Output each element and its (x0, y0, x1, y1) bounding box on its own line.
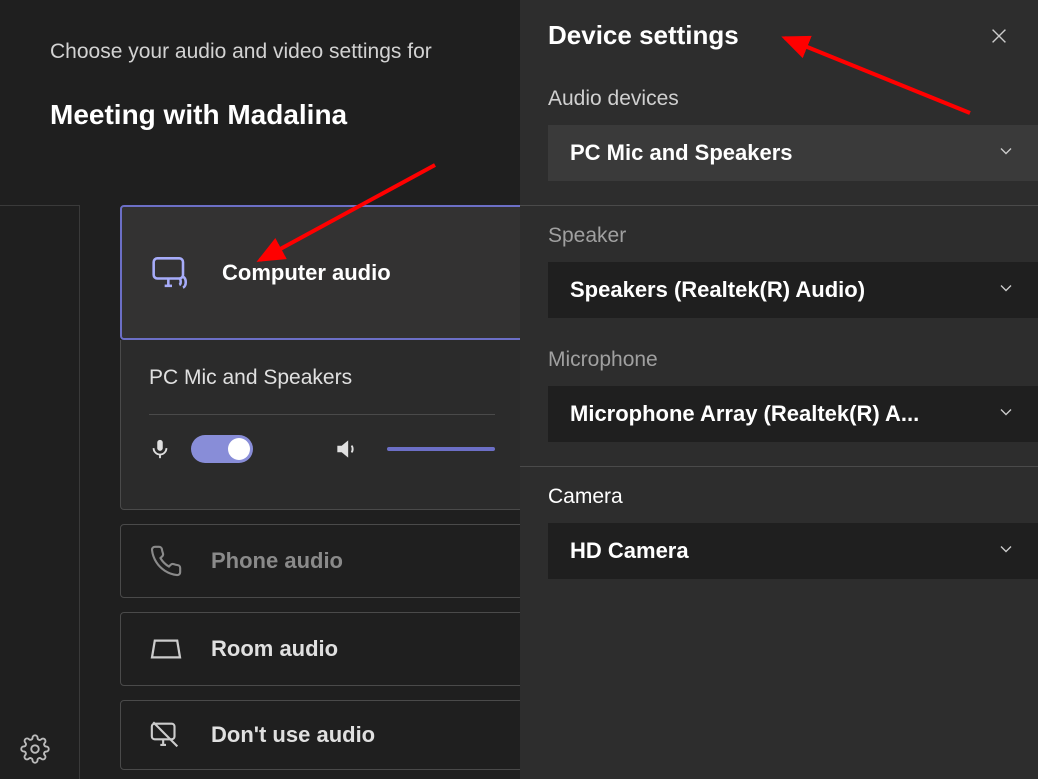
microphone-icon (149, 436, 171, 462)
speaker-dropdown[interactable]: Speakers (Realtek(R) Audio) (548, 262, 1038, 318)
dropdown-value: Speakers (Realtek(R) Audio) (570, 277, 865, 303)
chevron-down-icon (996, 141, 1016, 166)
dropdown-value: HD Camera (570, 538, 689, 564)
speaker-icon (333, 436, 359, 462)
dropdown-value: Microphone Array (Realtek(R) A... (570, 401, 919, 427)
room-icon (149, 635, 183, 663)
camera-dropdown[interactable]: HD Camera (548, 523, 1038, 579)
section-label: Speaker (548, 224, 1038, 248)
close-button[interactable] (984, 21, 1014, 51)
audio-option-list: Computer audio PC Mic and Speakers (120, 205, 524, 770)
computer-audio-device-panel: PC Mic and Speakers (120, 340, 524, 510)
option-dont-use-audio[interactable]: Don't use audio (120, 700, 524, 770)
close-icon (988, 25, 1010, 47)
selected-device-name: PC Mic and Speakers (149, 366, 495, 390)
option-room-audio[interactable]: Room audio (120, 612, 524, 686)
chevron-down-icon (996, 278, 1016, 303)
toggle-knob (228, 438, 250, 460)
option-label: Don't use audio (211, 722, 375, 748)
volume-slider[interactable] (387, 447, 495, 451)
divider (149, 414, 495, 415)
section-label: Audio devices (548, 87, 1038, 111)
panel-header: Device settings (520, 0, 1038, 69)
prejoin-subtitle: Choose your audio and video settings for (50, 40, 470, 64)
chevron-down-icon (996, 539, 1016, 564)
section-speaker: Speaker Speakers (Realtek(R) Audio) (520, 206, 1038, 342)
audio-devices-dropdown[interactable]: PC Mic and Speakers (548, 125, 1038, 181)
dropdown-value: PC Mic and Speakers (570, 140, 793, 166)
audio-controls-row (149, 435, 495, 463)
prejoin-header: Choose your audio and video settings for… (0, 0, 520, 131)
option-computer-audio[interactable]: Computer audio (120, 205, 524, 340)
section-label: Microphone (548, 348, 1038, 372)
option-label: Room audio (211, 636, 338, 662)
section-audio-devices: Audio devices PC Mic and Speakers (520, 69, 1038, 205)
option-label: Computer audio (222, 260, 391, 286)
section-label: Camera (548, 485, 1038, 509)
section-camera: Camera HD Camera (520, 467, 1038, 603)
option-phone-audio[interactable]: Phone audio (120, 524, 524, 598)
section-microphone: Microphone Microphone Array (Realtek(R) … (520, 342, 1038, 466)
prejoin-area: Choose your audio and video settings for… (0, 0, 520, 779)
microphone-dropdown[interactable]: Microphone Array (Realtek(R) A... (548, 386, 1038, 442)
mic-toggle[interactable] (191, 435, 253, 463)
meeting-title: Meeting with Madalina (50, 99, 470, 131)
monitor-speaker-icon (150, 251, 194, 295)
option-label: Phone audio (211, 548, 343, 574)
phone-icon (149, 544, 183, 578)
panel-title: Device settings (548, 20, 739, 51)
chevron-down-icon (996, 402, 1016, 427)
device-settings-panel: Device settings Audio devices PC Mic and… (520, 0, 1038, 779)
monitor-off-icon (149, 718, 183, 752)
